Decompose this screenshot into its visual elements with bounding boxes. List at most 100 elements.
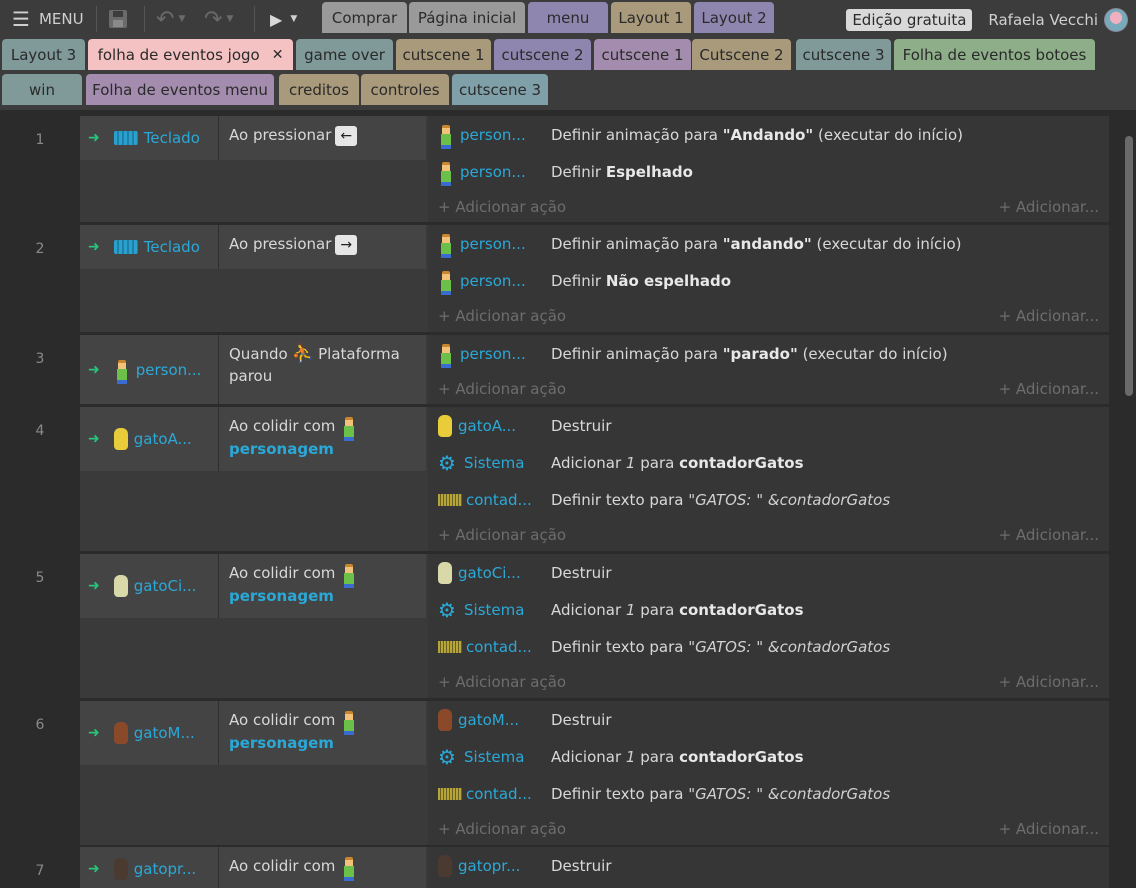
action-text[interactable]: Adicionar 1 para contadorGatos	[538, 454, 804, 472]
tab-top-1[interactable]: Comprar	[322, 2, 407, 33]
action-text[interactable]: Destruir	[538, 857, 611, 875]
add-more-link[interactable]: + Adicionar...	[999, 307, 1099, 325]
event-condition[interactable]: ➜ gatoCi... Ao colidir com personagem	[80, 554, 426, 618]
tab-top-2[interactable]: Página inicial	[409, 2, 525, 33]
event-row[interactable]: ➜ Teclado Ao pressionar ← person... Definir a…	[80, 116, 1109, 222]
add-action-link[interactable]: + Adicionar ação	[438, 380, 566, 398]
action-row[interactable]: contad... Definir texto para "GATOS: " &c…	[428, 628, 1109, 665]
event-row[interactable]: ➜ gatopr... Ao colidir com gatopr... Destrui…	[80, 847, 1109, 888]
event-condition[interactable]: ➜ Teclado Ao pressionar ←	[80, 116, 426, 160]
tab-row2-5[interactable]: cutscene 3	[452, 74, 548, 105]
action-object[interactable]: person...	[428, 116, 538, 153]
event-condition[interactable]: ➜ person... Quando ⛹ Plataforma parou	[80, 335, 426, 404]
action-row[interactable]: ⚙ Sistema Adicionar 1 para contadorGatos	[428, 738, 1109, 775]
action-row[interactable]: gatoCi... Destruir	[428, 554, 1109, 591]
event-row[interactable]: ➜ person... Quando ⛹ Plataforma parou person..…	[80, 335, 1109, 404]
action-object[interactable]: person...	[428, 225, 538, 262]
tab-row1-1[interactable]: Layout 3	[2, 39, 85, 70]
action-text[interactable]: Definir animação para "andando" (executa…	[538, 235, 962, 253]
add-action-link[interactable]: + Adicionar ação	[438, 673, 566, 691]
tab-row2-1[interactable]: win	[2, 74, 82, 105]
action-object[interactable]: ⚙ Sistema	[428, 444, 538, 481]
event-condition[interactable]: ➜ Teclado Ao pressionar →	[80, 225, 426, 269]
action-object[interactable]: contad...	[428, 775, 538, 812]
add-more-link[interactable]: + Adicionar...	[999, 820, 1099, 838]
event-condition[interactable]: ➜ gatoM... Ao colidir com personagem	[80, 701, 426, 765]
action-row[interactable]: ⚙ Sistema Adicionar 1 para contadorGatos	[428, 591, 1109, 628]
action-row[interactable]: gatoA... Destruir	[428, 407, 1109, 444]
close-icon[interactable]: ✕	[272, 47, 284, 63]
action-text[interactable]: Definir texto para "GATOS: " &contadorGa…	[538, 638, 890, 656]
condition-object[interactable]: ➜ Teclado	[80, 116, 219, 160]
action-row[interactable]: ⚙ Sistema Adicionar 1 para contadorGatos	[428, 444, 1109, 481]
action-text[interactable]: Definir texto para "GATOS: " &contadorGa…	[538, 491, 890, 509]
redo-button[interactable]: ↷ ▼	[204, 0, 233, 38]
add-action-link[interactable]: + Adicionar ação	[438, 820, 566, 838]
action-object[interactable]: gatoM...	[428, 701, 538, 738]
avatar[interactable]	[1104, 8, 1128, 32]
scrollbar-thumb[interactable]	[1125, 136, 1133, 396]
action-object[interactable]: contad...	[428, 481, 538, 518]
action-row[interactable]: gatopr... Destruir	[428, 847, 1109, 884]
action-row[interactable]: contad... Definir texto para "GATOS: " &c…	[428, 775, 1109, 812]
tab-row1-8[interactable]: cutscene 3	[796, 39, 891, 70]
tab-top-5[interactable]: Layout 2	[694, 2, 774, 33]
tab-row1-2[interactable]: folha de eventos jogo ✕	[88, 39, 293, 70]
save-button[interactable]	[108, 0, 128, 38]
condition-object[interactable]: ➜ Teclado	[80, 225, 219, 269]
action-row[interactable]: gatoM... Destruir	[428, 701, 1109, 738]
add-more-link[interactable]: + Adicionar...	[999, 380, 1099, 398]
condition-text[interactable]: Ao pressionar ←	[219, 116, 426, 160]
tab-row2-4[interactable]: controles	[361, 74, 449, 105]
undo-button[interactable]: ↶ ▼	[156, 0, 185, 38]
add-action-link[interactable]: + Adicionar ação	[438, 198, 566, 216]
tab-top-4[interactable]: Layout 1	[611, 2, 691, 33]
event-row[interactable]: ➜ gatoA... Ao colidir com personagem gatoA..…	[80, 407, 1109, 551]
tab-row1-6[interactable]: cutscene 1	[594, 39, 691, 70]
free-edition-badge[interactable]: Edição gratuita	[846, 9, 973, 31]
preview-button[interactable]: ▶ ▼	[270, 0, 297, 38]
condition-text[interactable]: Ao colidir com personagem	[219, 407, 426, 471]
action-object[interactable]: ⚙ Sistema	[428, 738, 538, 775]
tab-row1-4[interactable]: cutscene 1	[396, 39, 491, 70]
action-text[interactable]: Adicionar 1 para contadorGatos	[538, 748, 804, 766]
add-action-link[interactable]: + Adicionar ação	[438, 526, 566, 544]
tab-row1-5[interactable]: cutscene 2	[494, 39, 591, 70]
user-name[interactable]: Rafaela Vecchi	[988, 11, 1098, 29]
tab-top-3[interactable]: menu	[528, 2, 608, 33]
add-more-link[interactable]: + Adicionar...	[999, 526, 1099, 544]
condition-text[interactable]: Ao pressionar →	[219, 225, 426, 269]
action-row[interactable]: person... Definir animação para "andando"…	[428, 225, 1109, 262]
action-row[interactable]: person... Definir Não espelhado	[428, 262, 1109, 299]
tab-row1-7[interactable]: Cutscene 2	[692, 39, 791, 70]
tab-row2-3[interactable]: creditos	[279, 74, 359, 105]
add-action-link[interactable]: + Adicionar ação	[438, 307, 566, 325]
condition-text[interactable]: Ao colidir com personagem	[219, 554, 426, 618]
action-text[interactable]: Definir animação para "Andando" (executa…	[538, 126, 963, 144]
condition-object[interactable]: ➜ person...	[80, 335, 219, 404]
action-row[interactable]: person... Definir Espelhado	[428, 153, 1109, 190]
action-object[interactable]: ⚙ Sistema	[428, 591, 538, 628]
action-text[interactable]: Destruir	[538, 564, 611, 582]
add-more-link[interactable]: + Adicionar...	[999, 673, 1099, 691]
action-object[interactable]: gatopr...	[428, 847, 538, 884]
tab-row2-2[interactable]: Folha de eventos menu	[86, 74, 274, 105]
action-object[interactable]: gatoA...	[428, 407, 538, 444]
event-row[interactable]: ➜ gatoM... Ao colidir com personagem gatoM..…	[80, 701, 1109, 845]
tab-row1-3[interactable]: game over	[296, 39, 393, 70]
action-text[interactable]: Definir Não espelhado	[538, 272, 731, 290]
condition-object[interactable]: ➜ gatoA...	[80, 407, 219, 471]
event-row[interactable]: ➜ Teclado Ao pressionar → person... Definir a…	[80, 225, 1109, 332]
tab-row1-9[interactable]: Folha de eventos botoes	[894, 39, 1095, 70]
event-row[interactable]: ➜ gatoCi... Ao colidir com personagem gatoCi…	[80, 554, 1109, 698]
action-object[interactable]: person...	[428, 262, 538, 299]
add-more-link[interactable]: + Adicionar...	[999, 198, 1099, 216]
condition-object[interactable]: ➜ gatopr...	[80, 847, 219, 888]
action-object[interactable]: person...	[428, 335, 538, 372]
action-object[interactable]: contad...	[428, 628, 538, 665]
action-row[interactable]: person... Definir animação para "Andando"…	[428, 116, 1109, 153]
action-text[interactable]: Adicionar 1 para contadorGatos	[538, 601, 804, 619]
condition-text[interactable]: Ao colidir com	[219, 847, 426, 888]
action-row[interactable]: contad... Definir texto para "GATOS: " &c…	[428, 481, 1109, 518]
action-object[interactable]: gatoCi...	[428, 554, 538, 591]
